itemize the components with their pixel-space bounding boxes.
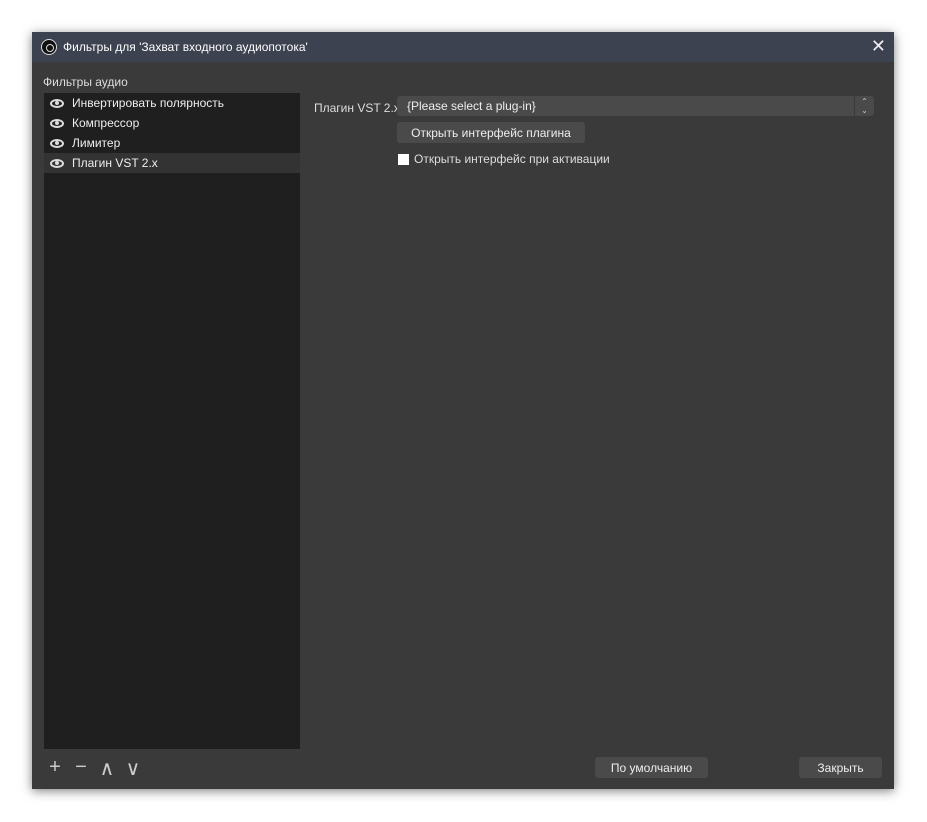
remove-icon[interactable]: −	[72, 756, 90, 781]
updown-chevron-icon: ⌃ ⌄	[854, 96, 874, 116]
obs-logo-icon	[41, 39, 57, 55]
eye-icon[interactable]	[50, 158, 64, 168]
filter-label: Плагин VST 2.x	[72, 156, 158, 170]
checkbox-icon[interactable]	[398, 153, 409, 165]
plugin-select-value: {Please select a plug-in}	[407, 99, 536, 113]
audio-filters-label: Фильтры аудио	[43, 75, 128, 89]
defaults-button[interactable]: По умолчанию	[595, 757, 708, 778]
checkbox-label: Открыть интерфейс при активации	[414, 152, 610, 166]
open-on-activate-checkbox[interactable]: Открыть интерфейс при активации	[398, 152, 610, 166]
plugin-label: Плагин VST 2.x	[314, 101, 400, 115]
list-item[interactable]: Компрессор	[44, 113, 300, 133]
filter-label: Инвертировать полярность	[72, 96, 224, 110]
title-bar: Фильтры для 'Захват входного аудиопотока…	[32, 32, 894, 62]
open-plugin-interface-button[interactable]: Открыть интерфейс плагина	[397, 122, 585, 143]
eye-icon[interactable]	[50, 138, 64, 148]
window-title: Фильтры для 'Захват входного аудиопотока…	[63, 40, 308, 54]
close-button[interactable]: Закрыть	[799, 757, 882, 778]
list-item[interactable]: Плагин VST 2.x	[44, 153, 300, 173]
eye-icon[interactable]	[50, 118, 64, 128]
filter-label: Лимитер	[72, 136, 121, 150]
list-item[interactable]: Инвертировать полярность	[44, 93, 300, 113]
filters-dialog: Фильтры для 'Захват входного аудиопотока…	[32, 32, 894, 789]
filter-toolbar: + − ∧ ∨	[46, 756, 142, 781]
filter-label: Компрессор	[72, 116, 140, 130]
eye-icon[interactable]	[50, 98, 64, 108]
move-up-icon[interactable]: ∧	[98, 756, 116, 781]
filters-list: Инвертировать полярность Компрессор Лими…	[44, 93, 300, 749]
close-icon[interactable]: ✕	[871, 37, 886, 55]
list-item[interactable]: Лимитер	[44, 133, 300, 153]
move-down-icon[interactable]: ∨	[124, 756, 142, 781]
add-icon[interactable]: +	[46, 756, 64, 781]
plugin-select[interactable]: {Please select a plug-in} ⌃ ⌄	[397, 96, 874, 116]
